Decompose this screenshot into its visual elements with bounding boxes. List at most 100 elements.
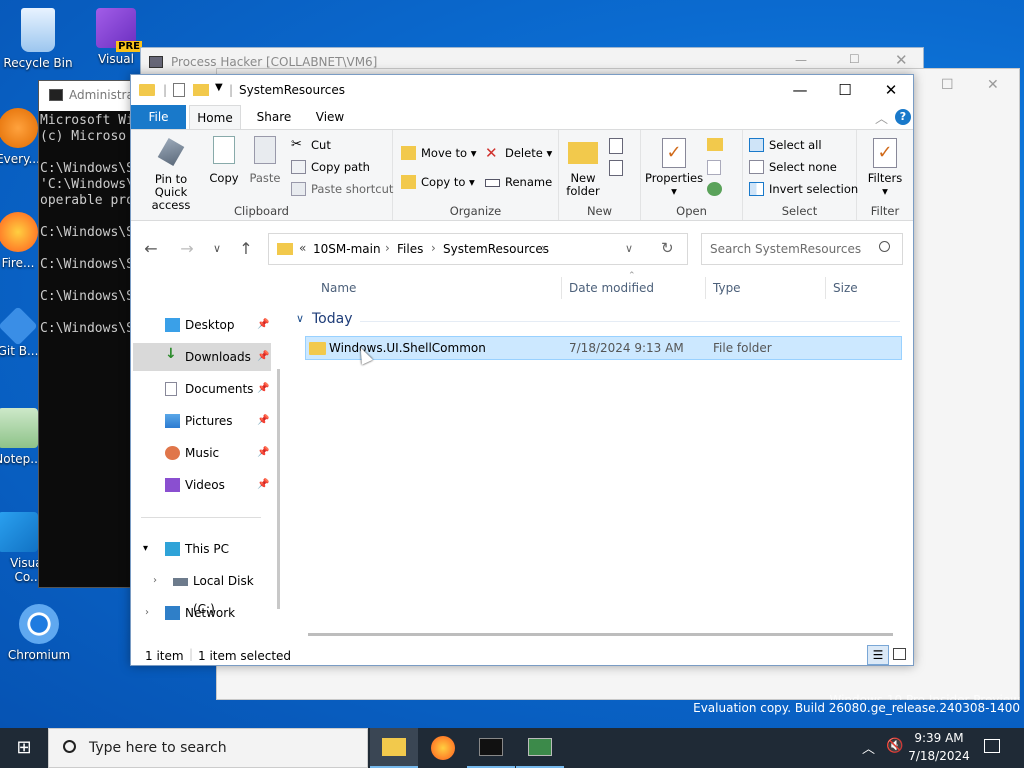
file-explorer-window[interactable]: | ▼ | SystemResources — ☐ ✕ File Home Sh…: [130, 74, 914, 666]
column-header-name[interactable]: Name: [321, 281, 356, 295]
expand-chevron-icon[interactable]: ›: [153, 567, 157, 595]
history-icon[interactable]: [707, 182, 722, 196]
properties-button[interactable]: ✓ Properties ▾: [645, 138, 703, 198]
taskbar-firefox[interactable]: [419, 728, 467, 768]
taskbar-search-input[interactable]: Type here to search: [89, 740, 227, 756]
nav-item-pictures[interactable]: Pictures 📌: [133, 407, 271, 435]
forward-button[interactable]: →: [177, 239, 197, 258]
tab-share[interactable]: Share: [251, 105, 297, 129]
new-item-icon[interactable]: [609, 138, 623, 154]
expand-chevron-icon[interactable]: ›: [145, 599, 149, 627]
taskbar-search[interactable]: Type here to search: [48, 728, 368, 768]
group-header-today[interactable]: Today: [312, 311, 353, 327]
column-header-type[interactable]: Type: [713, 281, 741, 295]
copy-button[interactable]: Copy: [207, 136, 241, 185]
nav-item-local-disk[interactable]: › Local Disk (C:): [133, 567, 271, 616]
desktop-icon-chromium[interactable]: Chromium: [3, 604, 75, 662]
select-all-button[interactable]: Select all: [749, 136, 822, 154]
recycle-bin-icon: [21, 8, 55, 52]
select-all-icon: [749, 138, 764, 152]
qat-dropdown-icon[interactable]: ▼: [215, 82, 223, 93]
paste-shortcut-button[interactable]: Paste shortcut: [291, 180, 393, 198]
column-header-date[interactable]: Date modified: [569, 281, 654, 295]
select-none-button[interactable]: Select none: [749, 158, 837, 176]
desktop-icon-recycle-bin[interactable]: Recycle Bin: [2, 8, 74, 70]
rename-button[interactable]: Rename: [485, 173, 552, 191]
copy-to-button[interactable]: Copy to ▾: [401, 173, 475, 191]
cmd-window[interactable]: Administrator: Command Prompt Microsoft …: [38, 80, 138, 588]
properties-qat-icon[interactable]: [173, 83, 185, 97]
taskbar-terminal[interactable]: [467, 728, 515, 768]
close-button[interactable]: ✕: [868, 79, 914, 101]
nav-item-music[interactable]: Music 📌: [133, 439, 271, 467]
easy-access-icon[interactable]: [609, 160, 623, 176]
help-icon[interactable]: ?: [895, 109, 911, 125]
clock-date[interactable]: 7/18/2024: [908, 749, 970, 763]
new-folder-button[interactable]: New folder: [563, 140, 603, 198]
up-button[interactable]: ↑: [236, 239, 256, 258]
address-overflow[interactable]: «: [299, 241, 306, 255]
refresh-icon[interactable]: ↻: [661, 239, 674, 257]
delete-button[interactable]: ✕ Delete ▾: [485, 144, 552, 162]
search-input[interactable]: Search SystemResources: [710, 242, 861, 256]
bg-close-button[interactable]: ✕: [987, 77, 999, 93]
nav-item-desktop[interactable]: Desktop 📌: [133, 311, 271, 339]
new-label: New: [586, 204, 613, 218]
nav-item-downloads[interactable]: ↓ Downloads 📌: [133, 343, 271, 371]
address-bar[interactable]: « 10SM-main › Files › SystemResources › …: [268, 233, 688, 265]
edit-icon[interactable]: [707, 160, 721, 175]
tab-home[interactable]: Home: [189, 105, 241, 129]
bg-maximize-button[interactable]: ☐: [941, 77, 954, 93]
nav-scrollbar[interactable]: [277, 369, 280, 609]
breadcrumb-files[interactable]: Files: [397, 242, 423, 256]
tab-file[interactable]: File: [131, 105, 186, 129]
breadcrumb-systemresources[interactable]: SystemResources: [443, 242, 549, 256]
back-button[interactable]: ←: [141, 239, 161, 258]
ph-close-button[interactable]: ✕: [895, 51, 908, 69]
cmd-titlebar[interactable]: Administrator: Command Prompt: [39, 81, 137, 111]
ph-minimize-button[interactable]: —: [795, 53, 807, 67]
breadcrumb-10sm-main[interactable]: 10SM-main: [313, 242, 381, 256]
minimize-button[interactable]: —: [777, 79, 823, 101]
column-header-size[interactable]: Size: [833, 281, 858, 295]
nav-item-documents[interactable]: Documents 📌: [133, 375, 271, 403]
clock-time[interactable]: 9:39 AM: [914, 731, 964, 745]
start-button[interactable]: ⊞: [0, 728, 48, 768]
details-view-icon[interactable]: ☰: [867, 645, 889, 665]
group-collapse-icon[interactable]: ∨: [296, 312, 304, 325]
collapse-ribbon-icon[interactable]: ︿: [875, 108, 888, 127]
nav-item-network[interactable]: › Network: [133, 599, 271, 627]
window-title: SystemResources: [239, 83, 346, 97]
cmd-output[interactable]: Microsoft Wi (c) Microso C:\Windows\S 'C:\…: [39, 111, 137, 337]
show-hidden-icons[interactable]: ︿: [862, 738, 875, 757]
filters-button[interactable]: ✓ Filters ▾: [863, 138, 907, 198]
address-dropdown-icon[interactable]: ∨: [625, 242, 633, 255]
cut-button[interactable]: ✂ Cut: [291, 136, 331, 154]
tab-view[interactable]: View: [307, 105, 353, 129]
ph-maximize-button[interactable]: ☐: [849, 52, 860, 66]
nav-item-this-pc[interactable]: ▾ This PC: [133, 535, 271, 563]
recent-locations-button[interactable]: ∨: [207, 242, 227, 255]
move-to-button[interactable]: Move to ▾: [401, 144, 476, 162]
open-icon[interactable]: [707, 138, 723, 151]
explorer-titlebar[interactable]: | ▼ | SystemResources — ☐ ✕: [131, 75, 913, 105]
notifications-icon[interactable]: [984, 739, 1000, 753]
speaker-muted-icon[interactable]: 🔇: [886, 738, 903, 754]
table-row[interactable]: Windows.UI.ShellCommon 7/18/2024 9:13 AM…: [305, 336, 902, 360]
taskbar-file-explorer[interactable]: [370, 728, 418, 768]
maximize-button[interactable]: ☐: [822, 79, 868, 101]
quick-access-separator: |: [163, 83, 168, 97]
pin-to-quick-access-button[interactable]: Pin to Quick access: [137, 136, 205, 212]
large-icons-view-icon[interactable]: [893, 648, 906, 660]
new-folder-qat-icon[interactable]: [193, 84, 209, 96]
search-box[interactable]: Search SystemResources: [701, 233, 903, 265]
copy-path-button[interactable]: Copy path: [291, 158, 370, 176]
navigation-bar: ← → ∨ ↑ « 10SM-main › Files › SystemReso…: [131, 229, 913, 269]
taskbar-process-hacker[interactable]: [516, 728, 564, 768]
expand-chevron-icon[interactable]: ▾: [143, 535, 148, 563]
invert-selection-button[interactable]: Invert selection: [749, 180, 858, 198]
horizontal-scrollbar[interactable]: [308, 633, 893, 636]
select-group: Select all Select none Invert selection …: [743, 130, 858, 220]
paste-button[interactable]: Paste: [247, 136, 283, 185]
nav-item-videos[interactable]: Videos 📌: [133, 471, 271, 499]
